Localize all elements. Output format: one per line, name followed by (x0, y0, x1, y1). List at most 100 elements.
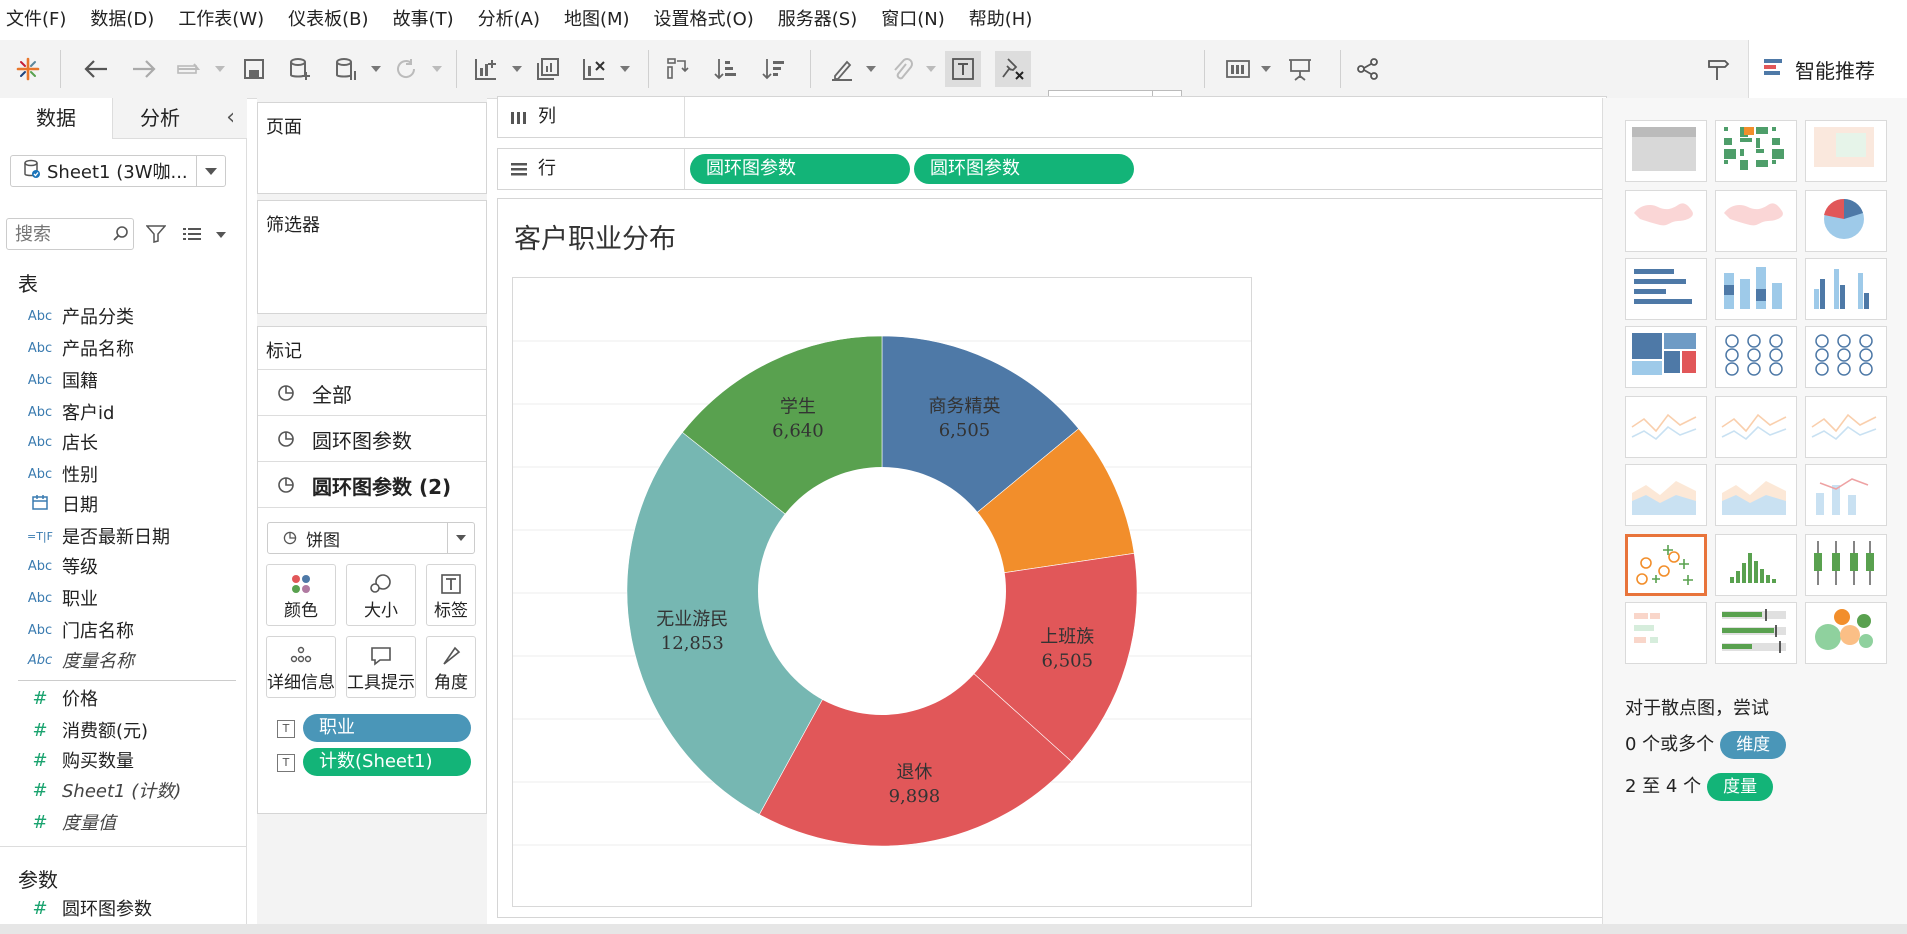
scatter-plot-icon[interactable] (1625, 534, 1707, 596)
columns-shelf[interactable]: 列 (497, 96, 1607, 138)
field-item[interactable]: 日期 (0, 490, 240, 518)
new-worksheet-icon[interactable] (468, 40, 504, 98)
field-item[interactable]: Abc 度量名称 (0, 646, 240, 674)
field-item[interactable]: Abc 客户id (0, 398, 240, 426)
dual-combination-icon[interactable] (1805, 464, 1887, 526)
dual-lines-icon[interactable] (1805, 396, 1887, 458)
histogram-icon[interactable] (1715, 534, 1797, 596)
parameter-item[interactable]: # 圆环图参数 (0, 894, 240, 922)
discrete-lines-icon[interactable] (1715, 396, 1797, 458)
field-item[interactable]: Abc 店长 (0, 428, 240, 456)
pie-chart-icon[interactable] (1805, 190, 1887, 252)
menu-data[interactable]: 数据(D) (78, 0, 166, 40)
menu-window[interactable]: 窗口(N) (869, 0, 957, 40)
mark-type-select[interactable]: 饼图 (267, 522, 475, 554)
marks-layer-1[interactable]: 圆环图参数 (258, 415, 486, 462)
undo-icon[interactable] (78, 40, 114, 98)
menu-format[interactable]: 设置格式(O) (642, 0, 766, 40)
rows-shelf[interactable]: 行 圆环图参数 圆环图参数 (497, 148, 1607, 190)
row-pill-donut-param-2[interactable]: 圆环图参数 (914, 154, 1134, 184)
menu-map[interactable]: 地图(M) (552, 0, 642, 40)
duplicate-sheet-icon[interactable] (530, 40, 566, 98)
occupation-pill[interactable]: 职业 (303, 714, 471, 742)
field-item[interactable]: Abc 产品分类 (0, 302, 240, 330)
field-item[interactable]: Abc 职业 (0, 584, 240, 612)
symbol-map-icon[interactable] (1625, 190, 1707, 252)
area-continuous-icon[interactable] (1625, 464, 1707, 526)
fix-axes-icon[interactable] (993, 40, 1033, 98)
pin-icon[interactable] (1700, 40, 1736, 98)
tab-data[interactable]: 数据 (0, 98, 112, 140)
size-button[interactable]: 大小 (346, 564, 416, 626)
menu-dashboard[interactable]: 仪表板(B) (276, 0, 380, 40)
tooltip-button[interactable]: 工具提示 (346, 636, 416, 698)
field-item[interactable]: # 度量值 (0, 808, 240, 836)
view-list-icon[interactable] (182, 225, 202, 247)
circle-views-icon[interactable] (1715, 326, 1797, 388)
count-pill[interactable]: 计数(Sheet1) (303, 748, 471, 776)
presentation-mode-icon[interactable] (1282, 40, 1318, 98)
menu-file[interactable]: 文件(F) (0, 0, 78, 40)
filled-map-icon[interactable] (1715, 190, 1797, 252)
area-discrete-icon[interactable] (1715, 464, 1797, 526)
show-me-tab[interactable]: 智能推荐 (1748, 40, 1907, 98)
side-by-side-circles-icon[interactable] (1805, 326, 1887, 388)
field-item[interactable]: Abc 产品名称 (0, 334, 240, 362)
pages-shelf[interactable]: 页面 (257, 102, 487, 194)
show-labels-icon[interactable] (943, 40, 983, 98)
filters-shelf[interactable]: 筛选器 (257, 200, 487, 314)
highlight-icon[interactable] (824, 40, 860, 98)
treemap-icon[interactable] (1625, 326, 1707, 388)
save-icon[interactable] (236, 40, 272, 98)
collapse-pane-icon[interactable]: ‹ (226, 98, 235, 138)
replay-icon[interactable] (172, 40, 208, 98)
box-and-whisker-icon[interactable] (1805, 534, 1887, 596)
menu-server[interactable]: 服务器(S) (766, 0, 869, 40)
sort-descending-icon[interactable] (756, 40, 792, 98)
new-datasource-icon[interactable] (282, 40, 318, 98)
refresh-icon[interactable] (388, 40, 424, 98)
filter-fields-icon[interactable] (145, 225, 167, 247)
gantt-chart-icon[interactable] (1625, 602, 1707, 664)
menu-worksheet[interactable]: 工作表(W) (166, 0, 276, 40)
chevron-down-icon[interactable] (216, 232, 226, 238)
tab-analysis[interactable]: 分析 ‹ (112, 98, 247, 138)
heat-map-icon[interactable] (1715, 120, 1797, 182)
packed-bubbles-icon[interactable] (1805, 602, 1887, 664)
clear-sheet-icon[interactable] (576, 40, 612, 98)
field-item[interactable]: # 购买数量 (0, 746, 240, 774)
field-item[interactable]: Abc 门店名称 (0, 616, 240, 644)
field-item[interactable]: # 消费额(元) (0, 716, 240, 744)
detail-button[interactable]: 详细信息 (266, 636, 336, 698)
tableau-logo-icon[interactable] (10, 40, 46, 98)
horizontal-bars-icon[interactable] (1625, 258, 1707, 320)
menu-analysis[interactable]: 分析(A) (466, 0, 552, 40)
label-button[interactable]: 标签 (426, 564, 476, 626)
show-cards-icon[interactable] (1220, 40, 1256, 98)
color-button[interactable]: 颜色 (266, 564, 336, 626)
highlight-table-icon[interactable] (1805, 120, 1887, 182)
side-by-side-bars-icon[interactable] (1805, 258, 1887, 320)
datasource-select[interactable]: Sheet1 (3W咖... (10, 155, 226, 187)
field-item[interactable]: =T|F 是否最新日期 (0, 522, 240, 550)
share-icon[interactable] (1350, 40, 1386, 98)
stacked-bars-icon[interactable] (1715, 258, 1797, 320)
row-pill-donut-param[interactable]: 圆环图参数 (690, 154, 910, 184)
menu-help[interactable]: 帮助(H) (957, 0, 1045, 40)
group-members-icon[interactable] (884, 40, 920, 98)
swap-rows-columns-icon[interactable] (660, 40, 696, 98)
continuous-lines-icon[interactable] (1625, 396, 1707, 458)
pause-updates-icon[interactable] (328, 40, 364, 98)
field-item[interactable]: Abc 等级 (0, 552, 240, 580)
text-table-icon[interactable] (1625, 120, 1707, 182)
chart-plot-area[interactable]: 商务精英 6,505 上班族 6,505 退休 9,898 无业游民 12,853 学生 6,64… (512, 277, 1252, 907)
marks-all[interactable]: 全部 (258, 369, 486, 416)
bullet-graph-icon[interactable] (1715, 602, 1797, 664)
angle-button[interactable]: 角度 (426, 636, 476, 698)
redo-icon[interactable] (126, 40, 162, 98)
field-item[interactable]: # Sheet1 (计数) (0, 776, 240, 804)
menu-story[interactable]: 故事(T) (381, 0, 466, 40)
field-item[interactable]: Abc 性别 (0, 460, 240, 488)
sort-ascending-icon[interactable] (708, 40, 744, 98)
marks-layer-2[interactable]: 圆环图参数 (2) (258, 461, 486, 508)
